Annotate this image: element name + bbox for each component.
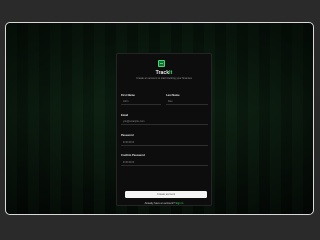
last-name-label: Last Name xyxy=(166,94,180,97)
signin-row: Already have an account? Sign in xyxy=(117,202,211,205)
last-name-field[interactable]: Doe xyxy=(166,99,208,105)
password-field[interactable]: •••••••• xyxy=(121,140,208,146)
signin-link[interactable]: Sign in xyxy=(175,202,183,205)
tagline: Create an account to start tracking your… xyxy=(136,77,192,80)
signup-card: TrackIt Create an account to start track… xyxy=(116,53,212,206)
confirm-password-field[interactable]: •••••••• xyxy=(121,160,208,166)
app-window: TrackIt Create an account to start track… xyxy=(5,22,314,215)
create-account-button[interactable]: Create account xyxy=(125,191,207,198)
brand-name: TrackIt xyxy=(117,70,211,76)
email-label: Email xyxy=(121,114,129,117)
email-field[interactable]: you@example.com xyxy=(121,119,208,125)
wallet-icon xyxy=(158,60,165,67)
first-name-label: First Name xyxy=(121,94,135,97)
confirm-password-label: Confirm Password xyxy=(121,154,145,157)
password-label: Password xyxy=(121,134,134,137)
first-name-field[interactable]: John xyxy=(121,99,161,105)
brand-name-prefix: Track xyxy=(155,70,170,76)
brand-name-accent: It xyxy=(169,70,173,76)
signin-prompt: Already have an account? xyxy=(144,202,175,205)
